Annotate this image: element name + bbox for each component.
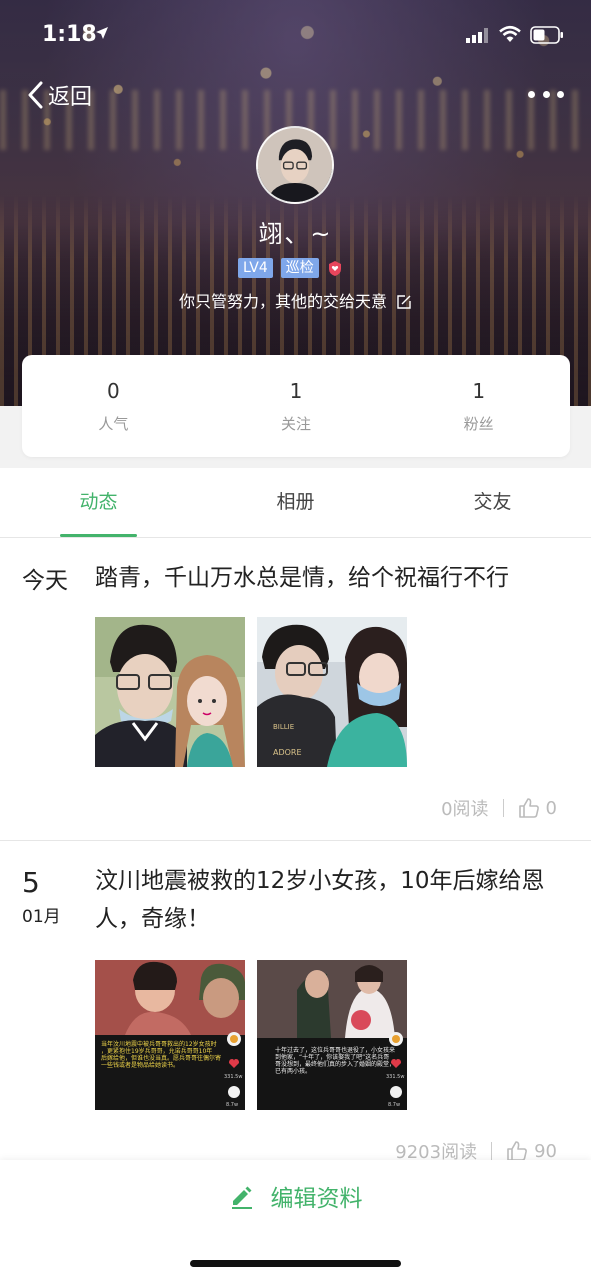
battery-icon [530,26,563,44]
avatar-portrait [258,128,332,202]
back-label: 返回 [48,85,93,110]
feed-post[interactable]: 5 01月 汶川地震被救的12岁小女孩，10年后嫁给恩人，奇缘！ 当年汶川地震中… [0,842,591,1163]
tab-album[interactable]: 相册 [197,468,394,537]
svg-text:8.7w: 8.7w [226,1102,238,1108]
cellular-signal-icon [466,28,488,43]
video-thumbnail-image: 当年汶川地震中被兵哥哥救出的12岁女孩时 ，更紧抱住19岁兵哥哥，允诺兵哥哥10… [95,960,245,1110]
post-text: 踏青，千山万水总是情，给个祝福行不行 [95,565,509,591]
post-meta: 0阅读 0 [441,795,557,821]
post-photos: 当年汶川地震中被兵哥哥救出的12岁女孩时 ，更紧抱住19岁兵哥哥，允诺兵哥哥10… [95,960,407,1110]
post-date: 今天 [22,568,68,594]
svg-text:ADORE: ADORE [273,748,302,757]
divider [502,799,504,817]
home-indicator [190,1260,401,1267]
pencil-icon [231,1186,252,1209]
signature-text: 你只管努力，其他的交给天意 [178,292,387,311]
more-options-button[interactable] [528,84,564,104]
wifi-icon [499,25,521,42]
post-photo[interactable]: 当年汶川地震中被兵哥哥救出的12岁女孩时 ，更紧抱住19岁兵哥哥，允诺兵哥哥10… [95,960,245,1110]
chevron-left-icon [28,81,43,109]
heart-badge-icon [328,261,341,276]
stat-label: 人气 [98,415,129,433]
nickname: 翊、~ [258,220,333,248]
post-date-month: 01月 [22,907,61,927]
stats-card: 0 人气 1 关注 1 粉丝 [22,355,570,457]
stat-label: 粉丝 [463,415,494,433]
tab-moments[interactable]: 动态 [0,468,197,537]
stat-value: 1 [289,379,303,403]
stat-value: 0 [106,379,120,403]
level-badge: LV4 [238,258,273,278]
post-date-day: 5 [22,866,40,899]
thumbs-up-icon[interactable] [506,1140,528,1162]
like-count: 0 [545,797,557,819]
video-thumbnail-image: 十年过去了，这位兵哥哥也退役了，小女孩来 到他家，“十年了，你该娶我了吧”这名兵… [257,960,407,1110]
svg-text:BILLIE: BILLIE [273,723,294,731]
tab-friends[interactable]: 交友 [394,468,591,537]
stat-following[interactable]: 1 关注 [205,355,388,457]
role-badge: 巡检 [280,258,319,278]
svg-text:331.5w: 331.5w [386,1074,404,1080]
stat-followers[interactable]: 1 粉丝 [387,355,570,457]
dot-icon [528,90,535,98]
svg-text:8.7w: 8.7w [388,1102,400,1108]
status-time: 1:18 [42,22,97,47]
edit-icon[interactable] [396,294,412,310]
divider [491,1142,493,1160]
post-photo[interactable]: 十年过去了，这位兵哥哥也退役了，小女孩来 到他家，“十年了，你该娶我了吧”这名兵… [257,960,407,1110]
thumbs-up-icon[interactable] [518,797,540,819]
svg-text:331.5w: 331.5w [224,1074,242,1080]
badges: LV4 巡检 [238,258,343,278]
signature-row[interactable]: 你只管努力，其他的交给天意 [0,288,591,312]
read-count: 0阅读 [441,799,489,820]
couple-selfie-image: BILLIE ADORE [257,617,407,767]
post-photo[interactable]: BILLIE ADORE [257,617,407,767]
edit-profile-button[interactable]: 编辑资料 [0,1178,591,1214]
back-button[interactable]: 返回 [26,78,92,112]
feed-post[interactable]: 今天 踏青，千山万水总是情，给个祝福行不行 BILLIE ADORE 0阅读 0 [0,539,591,841]
edit-profile-label: 编辑资料 [270,1186,363,1212]
location-arrow-icon [96,27,108,39]
couple-selfie-image [95,617,245,767]
stat-popularity[interactable]: 0 人气 [22,355,205,457]
avatar[interactable] [256,126,334,204]
like-count: 90 [534,1140,557,1162]
status-bar: 1:18 [0,0,591,64]
bottom-bar: 编辑资料 [0,1160,591,1279]
stat-value: 1 [472,379,486,403]
stat-label: 关注 [281,415,312,433]
post-photos: BILLIE ADORE [95,617,407,767]
post-photo[interactable] [95,617,245,767]
post-text: 汶川地震被救的12岁小女孩，10年后嫁给恩人，奇缘！ [95,868,545,932]
tab-bar: 动态 相册 交友 [0,468,591,538]
